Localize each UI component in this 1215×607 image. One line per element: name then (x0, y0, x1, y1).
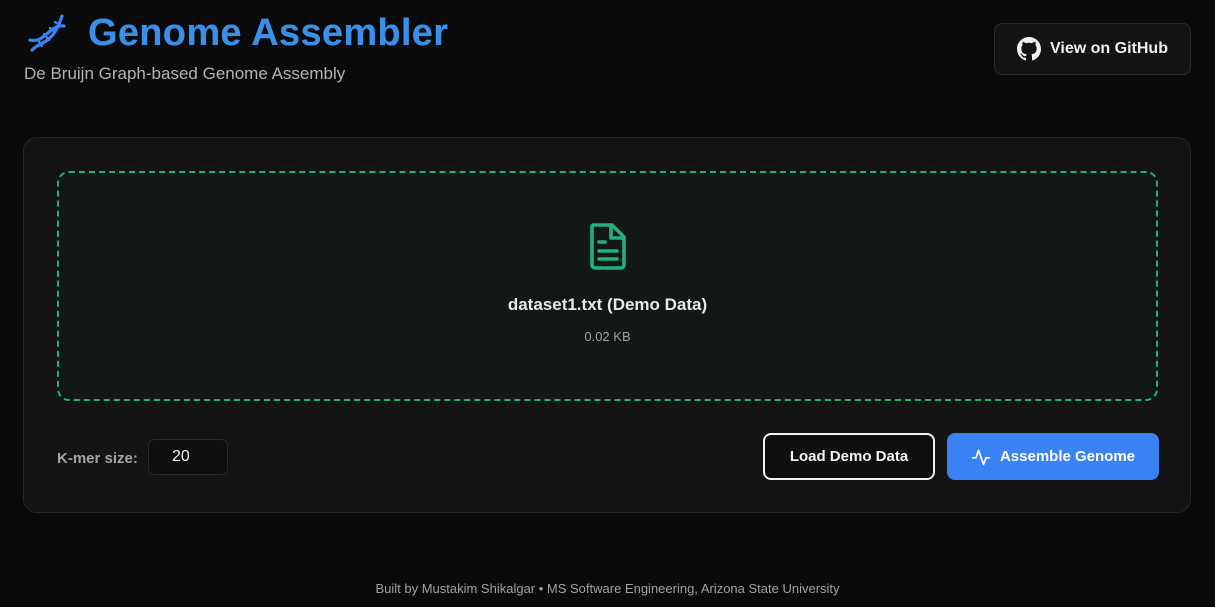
kmer-size-label: K-mer size: (57, 450, 138, 467)
github-icon (1017, 37, 1042, 61)
page-title: Genome Assembler (88, 12, 449, 54)
upload-card: dataset1.txt (Demo Data) 0.02 KB K-mer s… (23, 137, 1191, 513)
assemble-genome-label: Assemble Genome (999, 448, 1136, 465)
dna-icon (28, 14, 66, 52)
title-row: Genome Assembler (24, 10, 448, 56)
load-demo-data-button[interactable]: Load Demo Data (763, 433, 935, 480)
file-dropzone[interactable]: dataset1.txt (Demo Data) 0.02 KB (57, 171, 1158, 401)
page-subtitle: De Bruijn Graph-based Genome Assembly (24, 64, 346, 83)
kmer-size-input[interactable] (148, 439, 228, 475)
view-on-github-button[interactable]: View on GitHub (994, 23, 1191, 75)
file-name: dataset1.txt (Demo Data) (507, 295, 708, 314)
view-on-github-label: View on GitHub (1050, 40, 1168, 57)
footer-credits: Built by Mustakim Shikalgar • MS Softwar… (375, 581, 840, 596)
file-text-icon (589, 223, 626, 270)
load-demo-data-label: Load Demo Data (789, 448, 909, 465)
app-header: Genome Assembler De Bruijn Graph-based G… (24, 10, 448, 84)
activity-icon (971, 449, 991, 465)
file-size: 0.02 KB (584, 329, 631, 344)
assemble-genome-button[interactable]: Assemble Genome (947, 433, 1159, 480)
